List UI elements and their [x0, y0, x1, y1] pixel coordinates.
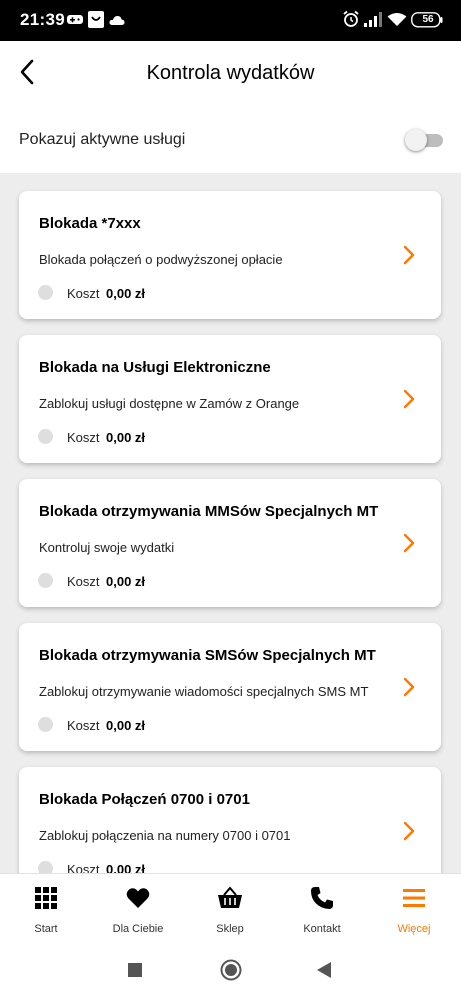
tab-label: Sklep — [216, 923, 244, 935]
switch-knob — [405, 129, 427, 151]
card-description: Zablokuj otrzymywanie wiadomości specjal… — [39, 684, 369, 699]
cost-label: Koszt — [67, 862, 100, 873]
shopping-bag-icon — [88, 11, 104, 33]
cost-indicator-dot — [38, 429, 53, 444]
tab-sklep[interactable]: Sklep — [184, 874, 276, 944]
status-bar: 21:39 56 — [0, 0, 461, 41]
chevron-right-icon[interactable] — [401, 676, 417, 698]
service-card[interactable]: Blokada na Usługi Elektroniczne Zablokuj… — [19, 335, 441, 463]
active-services-switch[interactable] — [405, 128, 443, 152]
cost-label: Koszt — [67, 574, 100, 589]
recents-button[interactable] — [123, 960, 147, 984]
heart-icon — [92, 884, 184, 912]
cost-indicator-dot — [38, 285, 53, 300]
cost-value: 0,00 zł — [106, 430, 146, 445]
card-title: Blokada otrzymywania SMSów Specjalnych M… — [39, 647, 376, 664]
wifi-icon — [387, 12, 407, 32]
app-header: Kontrola wydatków — [0, 41, 461, 107]
card-description: Zablokuj połączenia na numery 0700 i 070… — [39, 828, 291, 843]
cost-value: 0,00 zł — [106, 718, 146, 733]
chevron-right-icon[interactable] — [401, 388, 417, 410]
cost-indicator-dot — [38, 861, 53, 873]
card-title: Blokada otrzymywania MMSów Specjalnych M… — [39, 503, 379, 520]
cost-indicator-dot — [38, 573, 53, 588]
tab-label: Kontakt — [303, 923, 341, 935]
tab-label: Więcej — [397, 923, 431, 935]
cost-value: 0,00 zł — [106, 574, 146, 589]
tab-kontakt[interactable]: Kontakt — [276, 874, 368, 944]
service-card[interactable]: Blokada otrzymywania MMSów Specjalnych M… — [19, 479, 441, 607]
chevron-right-icon[interactable] — [401, 820, 417, 842]
card-description: Kontroluj swoje wydatki — [39, 540, 175, 555]
services-list[interactable]: Blokada *7xxx Blokada połączeń o podwyżs… — [0, 173, 461, 873]
cost-indicator-dot — [38, 717, 53, 732]
tab-dla-ciebie[interactable]: Dla Ciebie — [92, 874, 184, 944]
phone-icon — [276, 884, 368, 912]
grid-icon — [0, 884, 92, 912]
service-card[interactable]: Blokada otrzymywania SMSów Specjalnych M… — [19, 623, 441, 751]
home-icon — [220, 959, 242, 986]
back-icon — [316, 961, 332, 983]
service-card[interactable]: Blokada *7xxx Blokada połączeń o podwyżs… — [19, 191, 441, 319]
status-time: 21:39 — [20, 10, 65, 29]
card-description: Zablokuj usługi dostępne w Zamów z Orang… — [39, 396, 300, 411]
home-button[interactable] — [219, 959, 243, 986]
battery-level: 56 — [422, 14, 434, 25]
tab-label: Start — [34, 923, 58, 935]
gamepad-icon — [66, 11, 84, 32]
chevron-right-icon[interactable] — [401, 244, 417, 266]
cost-value: 0,00 zł — [106, 286, 146, 301]
active-services-toggle-row: Pokazuj aktywne usługi — [0, 107, 461, 173]
back-nav-button[interactable] — [312, 960, 336, 984]
recents-icon — [128, 962, 142, 982]
alarm-icon — [342, 10, 360, 33]
cloud-icon — [109, 13, 125, 31]
card-description: Blokada połączeń o podwyższonej opłacie — [39, 252, 283, 267]
card-title: Blokada na Usługi Elektroniczne — [39, 359, 271, 376]
cost-label: Koszt — [67, 430, 100, 445]
cost-value: 0,00 zł — [106, 862, 146, 873]
chevron-right-icon[interactable] — [401, 532, 417, 554]
toggle-label: Pokazuj aktywne usługi — [19, 131, 186, 148]
page-title: Kontrola wydatków — [146, 62, 315, 84]
service-card[interactable]: Blokada Połączeń 0700 i 0701 Zablokuj po… — [19, 767, 441, 873]
tab-start[interactable]: Start — [0, 874, 92, 944]
signal-icon — [364, 12, 382, 32]
card-title: Blokada Połączeń 0700 i 0701 — [39, 791, 250, 808]
cost-label: Koszt — [67, 718, 100, 733]
tab-wiecej[interactable]: Więcej — [368, 874, 460, 944]
system-nav-bar — [0, 943, 461, 999]
basket-icon — [184, 884, 276, 912]
bottom-tab-bar: Start Dla Ciebie Sklep Kontakt Więcej — [0, 873, 461, 943]
menu-icon — [368, 884, 460, 912]
card-title: Blokada *7xxx — [39, 215, 141, 232]
cost-label: Koszt — [67, 286, 100, 301]
tab-label: Dla Ciebie — [112, 923, 164, 935]
